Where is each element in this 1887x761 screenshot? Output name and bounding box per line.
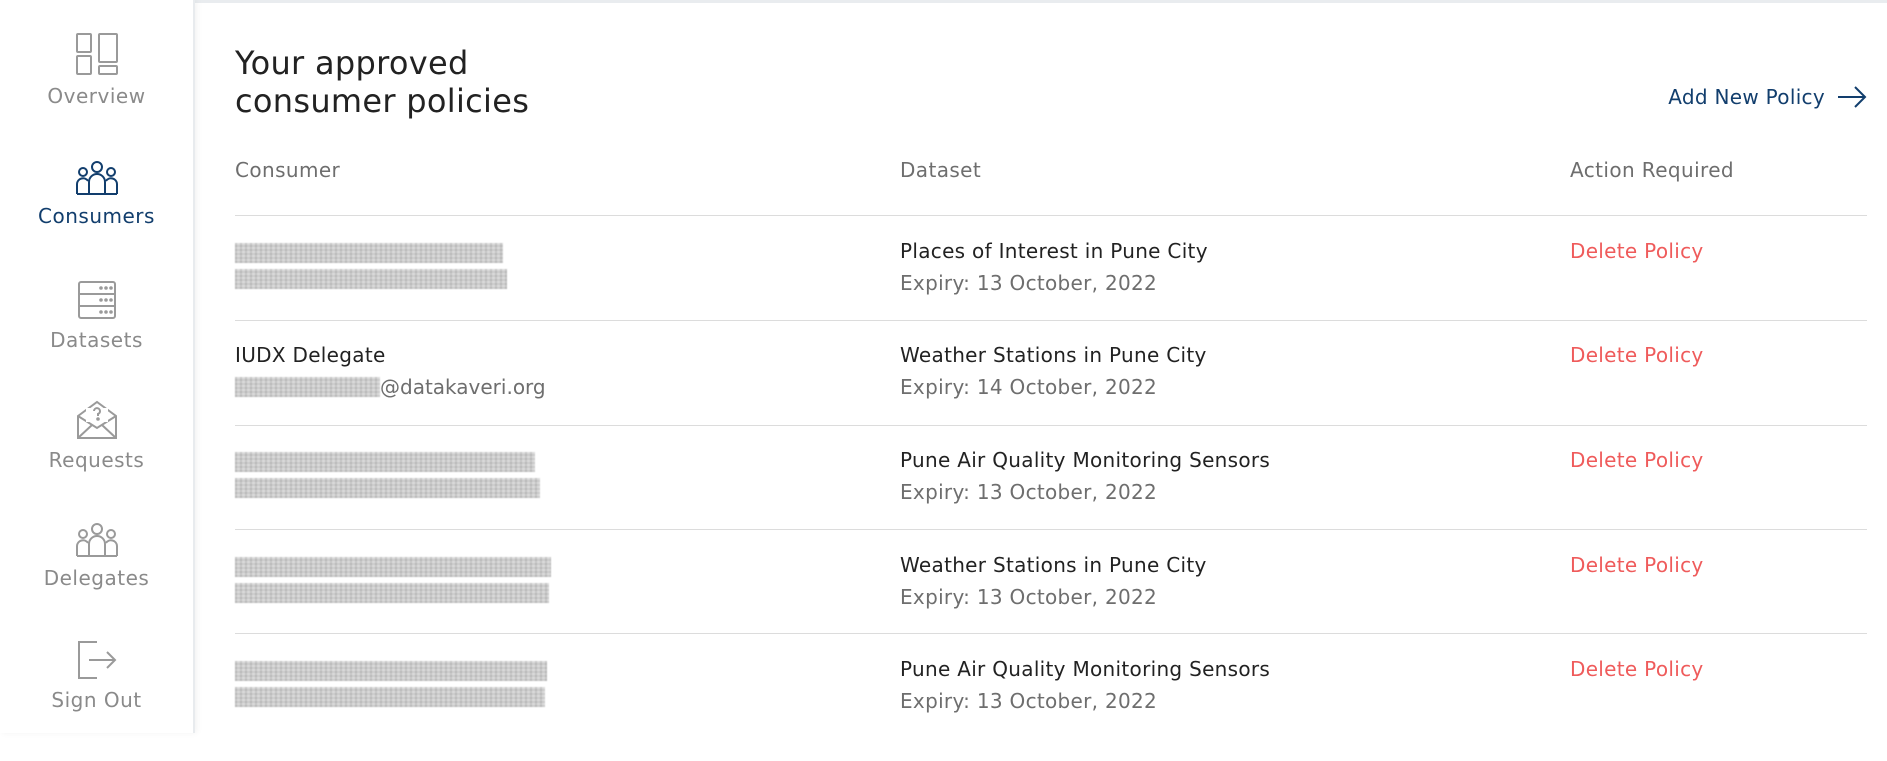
table-divider — [235, 633, 1867, 634]
dataset-cell: Pune Air Quality Monitoring Sensors Expi… — [900, 448, 1270, 504]
dataset-name: Pune Air Quality Monitoring Sensors — [900, 448, 1271, 472]
redacted-consumer-email — [235, 583, 549, 603]
page-title-line-1: Your approved — [235, 44, 469, 82]
sidebar-item-label: Sign Out — [51, 688, 142, 712]
table-divider — [235, 215, 1867, 216]
delete-policy-button[interactable]: Delete Policy — [1570, 343, 1704, 367]
datasets-icon — [77, 281, 116, 319]
policy-expiry: Expiry: 13 October, 2022 — [900, 271, 1158, 295]
consumer-name: IUDX Delegate — [235, 343, 386, 367]
column-header-action: Action Required — [1570, 158, 1735, 182]
sidebar-item-requests[interactable]: Requests — [0, 400, 193, 472]
redacted-consumer-name — [235, 452, 535, 472]
redacted-consumer-email — [235, 269, 507, 289]
column-header-dataset: Dataset — [900, 158, 982, 182]
overview-icon — [75, 33, 118, 75]
table-row: Pune Air Quality Monitoring Sensors Expi… — [235, 448, 1867, 552]
redacted-consumer-name — [235, 243, 503, 263]
dataset-name: Places of Interest in Pune City — [900, 239, 1208, 263]
dataset-cell: Pune Air Quality Monitoring Sensors Expi… — [900, 657, 1270, 713]
redacted-email-prefix — [235, 377, 380, 397]
dataset-cell: Weather Stations in Pune City Expiry: 14… — [900, 343, 1207, 399]
delete-policy-button[interactable]: Delete Policy — [1570, 657, 1704, 681]
consumer-cell — [235, 657, 835, 713]
delete-policy-button[interactable]: Delete Policy — [1570, 448, 1704, 472]
table-divider — [235, 425, 1867, 426]
delegates-icon — [75, 523, 118, 557]
table-divider — [235, 529, 1867, 530]
table-divider — [235, 320, 1867, 321]
delete-policy-button[interactable]: Delete Policy — [1570, 239, 1704, 263]
policy-expiry: Expiry: 13 October, 2022 — [900, 585, 1158, 609]
consumer-cell — [235, 448, 835, 504]
sidebar-item-label: Consumers — [38, 204, 155, 228]
add-new-policy-button[interactable]: Add New Policy — [1668, 80, 1867, 114]
sidebar-item-label: Requests — [48, 448, 145, 472]
column-header-consumer: Consumer — [235, 158, 341, 182]
dataset-cell: Weather Stations in Pune City Expiry: 13… — [900, 553, 1207, 609]
redacted-consumer-name — [235, 661, 547, 681]
consumer-cell: IUDX Delegate @datakaveri.org — [235, 343, 835, 399]
page-title-line-2: consumer policies — [235, 82, 530, 120]
table-row: IUDX Delegate @datakaveri.org Weather St… — [235, 343, 1867, 447]
page-title: Your approved consumer policies — [235, 44, 635, 120]
dataset-name: Pune Air Quality Monitoring Sensors — [900, 657, 1271, 681]
redacted-consumer-email — [235, 478, 540, 498]
add-new-policy-label: Add New Policy — [1668, 85, 1825, 109]
sidebar-item-label: Datasets — [50, 328, 143, 352]
consumer-cell — [235, 239, 835, 295]
consumer-cell — [235, 553, 835, 609]
sidebar: Overview Consumers Datasets Requests Del… — [0, 0, 195, 733]
sidebar-item-sign-out[interactable]: Sign Out — [0, 640, 193, 712]
sidebar-item-label: Overview — [47, 84, 146, 108]
consumer-email-domain: @datakaveri.org — [380, 375, 546, 399]
policy-expiry: Expiry: 14 October, 2022 — [900, 375, 1158, 399]
sidebar-item-delegates[interactable]: Delegates — [0, 522, 193, 590]
table-row: Weather Stations in Pune City Expiry: 13… — [235, 553, 1867, 657]
delete-policy-button[interactable]: Delete Policy — [1570, 553, 1704, 577]
policy-expiry: Expiry: 13 October, 2022 — [900, 480, 1158, 504]
dataset-cell: Places of Interest in Pune City Expiry: … — [900, 239, 1208, 295]
dataset-name: Weather Stations in Pune City — [900, 553, 1207, 577]
consumer-email: @datakaveri.org — [235, 375, 835, 399]
redacted-consumer-name — [235, 557, 551, 577]
requests-icon — [76, 400, 117, 439]
dataset-name: Weather Stations in Pune City — [900, 343, 1207, 367]
sidebar-item-label: Delegates — [43, 566, 150, 590]
sidebar-item-consumers[interactable]: Consumers — [0, 160, 193, 228]
arrow-right-icon — [1838, 86, 1867, 108]
sidebar-item-datasets[interactable]: Datasets — [0, 280, 193, 352]
sidebar-item-overview[interactable]: Overview — [0, 32, 193, 108]
sign-out-icon — [77, 641, 116, 679]
table-row: Places of Interest in Pune City Expiry: … — [235, 239, 1867, 343]
policy-expiry: Expiry: 13 October, 2022 — [900, 689, 1158, 713]
consumers-icon — [75, 161, 118, 195]
main-content: Your approved consumer policies Add New … — [235, 0, 1867, 733]
table-row: Pune Air Quality Monitoring Sensors Expi… — [235, 657, 1867, 761]
redacted-consumer-email — [235, 687, 545, 707]
